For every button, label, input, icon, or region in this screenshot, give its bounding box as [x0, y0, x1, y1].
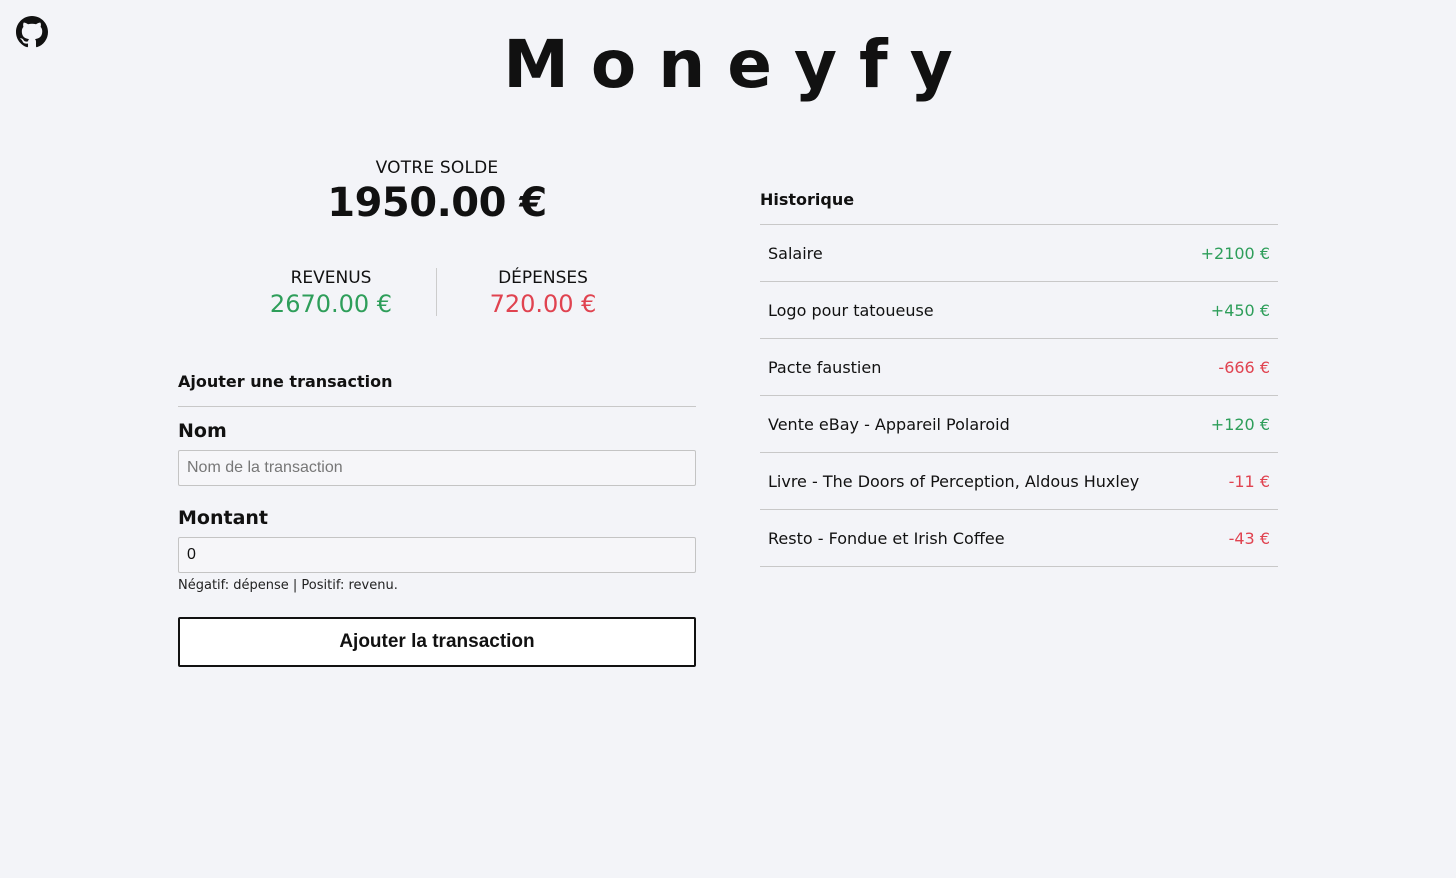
amount-label: Montant: [178, 507, 268, 529]
history-item: Vente eBay - Appareil Polaroid +120 €: [760, 396, 1278, 453]
history-list: Salaire +2100 € Logo pour tatoueuse +450…: [760, 224, 1278, 567]
history-item-name: Logo pour tatoueuse: [768, 300, 934, 320]
amount-hint: Négatif: dépense | Positif: revenu.: [178, 578, 398, 593]
income-summary: REVENUS 2670.00 €: [231, 268, 431, 318]
balance-value: 1950.00 €: [327, 180, 547, 226]
history-item-amount: -11 €: [1228, 471, 1270, 491]
add-transaction-button[interactable]: Ajouter la transaction: [178, 617, 696, 667]
history-item-amount: -666 €: [1218, 357, 1270, 377]
income-expense-summary: REVENUS 2670.00 € DÉPENSES 720.00 €: [178, 268, 696, 318]
history-item: Logo pour tatoueuse +450 €: [760, 282, 1278, 339]
history-item-amount: +120 €: [1210, 414, 1270, 434]
history-item-amount: +450 €: [1210, 300, 1270, 320]
expense-summary: DÉPENSES 720.00 €: [443, 268, 643, 318]
form-divider: [178, 406, 696, 407]
history-item: Salaire +2100 €: [760, 225, 1278, 282]
balance-panel: VOTRE SOLDE 1950.00 € REVENUS 2670.00 € …: [178, 150, 696, 667]
history-item-name: Resto - Fondue et Irish Coffee: [768, 528, 1005, 548]
name-input[interactable]: [178, 450, 696, 486]
history-item-amount: +2100 €: [1200, 243, 1270, 263]
expense-label: DÉPENSES: [498, 268, 588, 288]
amount-input[interactable]: [178, 537, 696, 573]
summary-divider: [436, 268, 437, 316]
history-item-name: Vente eBay - Appareil Polaroid: [768, 414, 1010, 434]
app-title: Moneyfy: [503, 26, 975, 103]
income-label: REVENUS: [290, 268, 372, 288]
history-item-name: Salaire: [768, 243, 823, 263]
history-item: Livre - The Doors of Perception, Aldous …: [760, 453, 1278, 510]
history-item-amount: -43 €: [1228, 528, 1270, 548]
expense-value: 720.00 €: [489, 290, 597, 318]
history-title: Historique: [760, 190, 855, 209]
history-item: Pacte faustien -666 €: [760, 339, 1278, 396]
form-title: Ajouter une transaction: [178, 372, 393, 391]
history-item: Resto - Fondue et Irish Coffee -43 €: [760, 510, 1278, 567]
name-label: Nom: [178, 420, 227, 442]
history-item-name: Pacte faustien: [768, 357, 882, 377]
history-item-name: Livre - The Doors of Perception, Aldous …: [768, 471, 1140, 491]
history-panel: Historique Salaire +2100 € Logo pour tat…: [760, 180, 1278, 567]
income-value: 2670.00 €: [269, 290, 393, 318]
balance-label: VOTRE SOLDE: [375, 158, 499, 178]
